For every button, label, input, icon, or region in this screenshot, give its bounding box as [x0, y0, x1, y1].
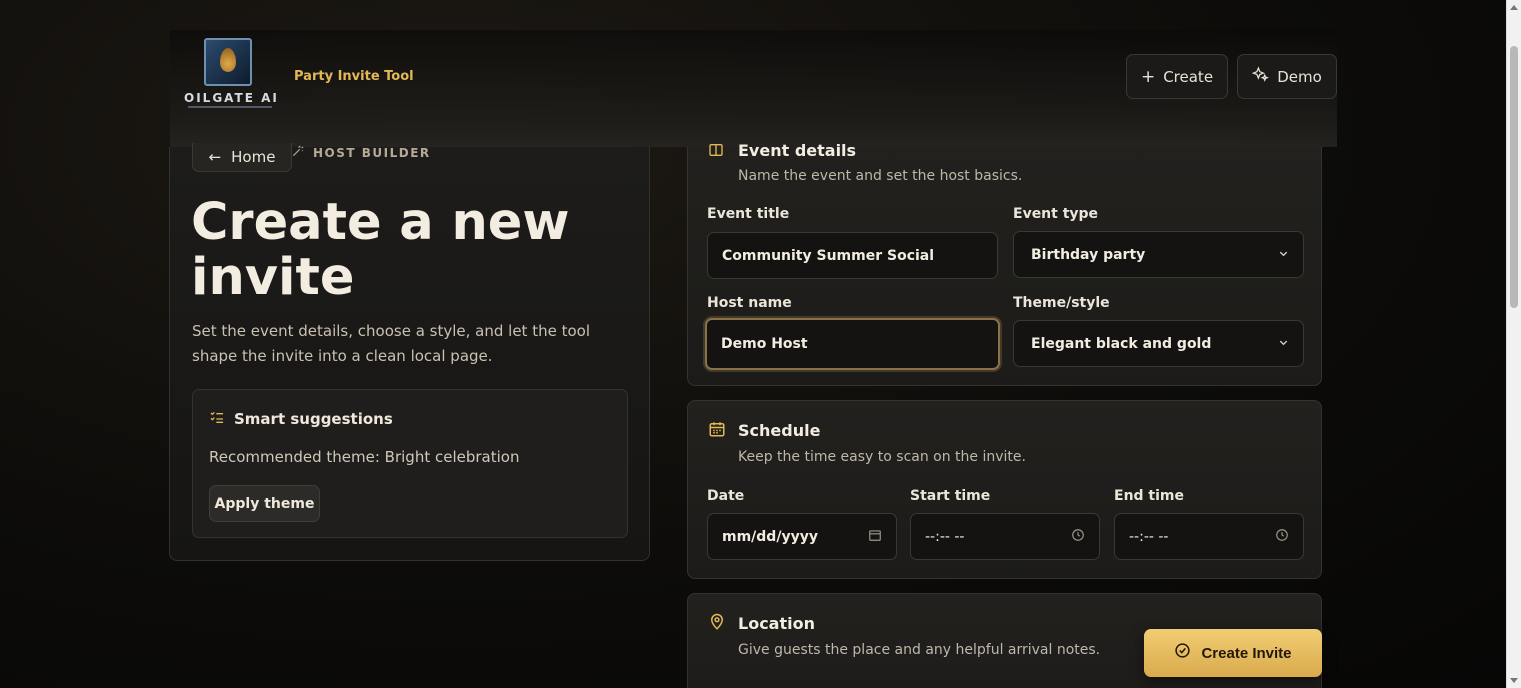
demo-button[interactable]: Demo	[1237, 54, 1337, 99]
host-name-input[interactable]: Demo Host	[705, 318, 1000, 370]
schedule-subtitle: Keep the time easy to scan on the invite…	[738, 449, 1026, 465]
logo-underline	[188, 106, 272, 108]
end-time-value: --:-- --	[1129, 528, 1169, 545]
apply-theme-button[interactable]: Apply theme	[209, 485, 320, 522]
event-title-input[interactable]: Community Summer Social	[707, 232, 998, 279]
smart-suggestions-title: Smart suggestions	[234, 410, 393, 428]
plus-icon: +	[1140, 66, 1156, 87]
wand-icon	[291, 144, 305, 161]
calendar-icon	[708, 420, 726, 438]
end-time-input[interactable]: --:-- --	[1114, 513, 1304, 560]
card-icon	[708, 142, 726, 160]
create-invite-label: Create Invite	[1201, 644, 1292, 662]
create-invite-button[interactable]: Create Invite	[1144, 629, 1322, 677]
event-title-value: Community Summer Social	[722, 247, 935, 264]
clock-icon[interactable]	[1071, 528, 1085, 546]
create-label: Create	[1163, 67, 1214, 86]
end-time-label: End time	[1114, 488, 1184, 504]
create-button[interactable]: + Create	[1126, 54, 1228, 99]
logo-drop-icon	[204, 38, 252, 86]
start-time-input[interactable]: --:-- --	[910, 513, 1100, 560]
home-button[interactable]: ← Home	[192, 143, 292, 172]
logo-text: OILGATE AI	[184, 91, 279, 105]
scrollbar-thumb[interactable]	[1510, 46, 1518, 308]
schedule-title: Schedule	[738, 421, 821, 440]
location-subtitle: Give guests the place and any helpful ar…	[738, 642, 1101, 658]
date-input[interactable]: mm/dd/yyyy	[707, 513, 897, 560]
schedule-card: Schedule Keep the time easy to scan on t…	[687, 400, 1322, 579]
top-header: OILGATE AI Party Invite Tool + Create De…	[170, 30, 1337, 147]
event-details-card: Event details Name the event and set the…	[687, 141, 1322, 386]
page-title: Create a new invite	[191, 193, 570, 307]
scroll-down-arrow-icon[interactable]	[1510, 678, 1518, 683]
demo-label: Demo	[1277, 67, 1322, 86]
oilgate-logo[interactable]: OILGATE AI	[184, 38, 279, 110]
host-builder-label: HOST BUILDER	[313, 145, 431, 160]
host-builder-panel: ← Home HOST BUILDER Create a new invite …	[169, 143, 650, 561]
check-circle-icon	[1174, 642, 1191, 664]
host-name-label: Host name	[707, 295, 792, 311]
map-pin-icon	[708, 613, 726, 631]
theme-style-select[interactable]: Elegant black and gold	[1013, 320, 1304, 367]
smart-suggestions-header: Smart suggestions	[209, 409, 393, 429]
smart-suggestions-card: Smart suggestions Recommended theme: Bri…	[192, 389, 628, 538]
checklist-icon	[209, 409, 225, 429]
scroll-up-arrow-icon[interactable]	[1510, 5, 1518, 10]
page-description: Set the event details, choose a style, a…	[192, 322, 590, 365]
app-title: Party Invite Tool	[294, 69, 414, 84]
calendar-picker-icon[interactable]	[868, 528, 882, 546]
theme-style-value: Elegant black and gold	[1031, 335, 1212, 352]
sparkle-icon	[1251, 65, 1270, 88]
theme-style-label: Theme/style	[1013, 295, 1110, 311]
start-time-label: Start time	[910, 488, 991, 504]
host-name-value: Demo Host	[721, 336, 808, 352]
clock-icon[interactable]	[1275, 528, 1289, 546]
date-label: Date	[707, 488, 745, 504]
event-details-title: Event details	[738, 141, 857, 160]
recommended-theme-text: Recommended theme: Bright celebration	[209, 448, 520, 466]
chevron-down-icon	[1278, 248, 1289, 262]
location-title: Location	[738, 614, 815, 633]
event-type-label: Event type	[1013, 206, 1099, 222]
event-details-subtitle: Name the event and set the host basics.	[738, 168, 1023, 184]
chevron-down-icon	[1278, 337, 1289, 351]
event-type-select[interactable]: Birthday party	[1013, 231, 1304, 278]
page-scrollbar[interactable]	[1506, 0, 1521, 688]
event-type-value: Birthday party	[1031, 246, 1146, 263]
host-builder-tag: HOST BUILDER	[291, 144, 431, 161]
arrow-left-icon: ←	[208, 148, 222, 166]
date-value: mm/dd/yyyy	[722, 528, 818, 545]
home-label: Home	[231, 148, 276, 166]
start-time-value: --:-- --	[925, 528, 965, 545]
event-title-label: Event title	[707, 206, 790, 222]
